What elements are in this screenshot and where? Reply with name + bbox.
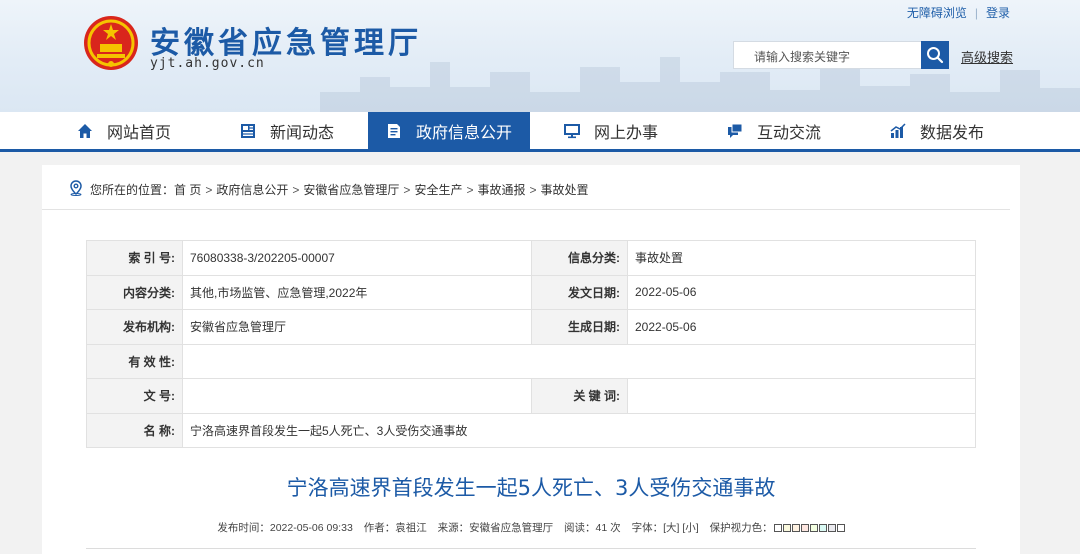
breadcrumb-prefix: 您所在的位置：: [90, 183, 175, 197]
chat-icon: [727, 123, 743, 139]
eye-color-swatch[interactable]: [791, 524, 800, 532]
search-input[interactable]: 请输入搜索关键字: [733, 41, 921, 69]
eye-color-swatch[interactable]: [818, 524, 827, 532]
nav-label: 网上办事: [594, 124, 659, 142]
document-number-label: 文 号:: [86, 378, 183, 414]
font-size-label: 字体：: [631, 522, 664, 534]
nav-item-online-services[interactable]: 网上办事: [564, 112, 658, 149]
views-label: 阅读：: [564, 522, 596, 534]
breadcrumb-item-accident-handling[interactable]: 事故处置: [541, 181, 589, 198]
content-divider: [86, 548, 976, 549]
validity-value: [182, 343, 976, 379]
publish-date-value: 2022-05-06: [627, 274, 976, 310]
main-nav: 网站首页 新闻动态 政府信息公开 网上办事 互动交流 数据发布: [0, 112, 1080, 152]
index-number-label: 索 引 号:: [86, 240, 183, 276]
accessibility-link[interactable]: 无障碍浏览: [907, 6, 967, 20]
nav-item-news[interactable]: 新闻动态: [240, 112, 334, 149]
breadcrumb-separator: >: [292, 182, 300, 197]
monitor-icon: [564, 123, 580, 139]
nav-item-interaction[interactable]: 互动交流: [727, 112, 821, 149]
table-row: 索 引 号: 76080338-3/202205-00007 信息分类: 事故处…: [86, 240, 976, 276]
search-button[interactable]: [921, 41, 949, 69]
generate-date-label: 生成日期:: [531, 309, 628, 345]
document-icon: [386, 123, 402, 139]
author-label: 作者：: [363, 522, 396, 534]
eye-color-swatch[interactable]: [773, 524, 782, 532]
breadcrumb-separator: >: [403, 182, 411, 197]
source-value: 安徽省应急管理厅: [469, 522, 554, 534]
eye-protection-label: 保护视力色：: [709, 522, 773, 534]
source-label: 来源：: [437, 522, 470, 534]
breadcrumb: 您所在的位置： 首 页 > 政府信息公开 > 安徽省应急管理厅 > 安全生产 >…: [68, 180, 589, 199]
main-content: 您所在的位置： 首 页 > 政府信息公开 > 安徽省应急管理厅 > 安全生产 >…: [42, 165, 1020, 554]
info-category-value: 事故处置: [627, 240, 976, 276]
breadcrumb-item-accident-report[interactable]: 事故通报: [477, 181, 525, 198]
breadcrumb-divider: [42, 209, 1010, 210]
publisher-value: 安徽省应急管理厅: [182, 309, 532, 345]
login-link[interactable]: 登录: [986, 6, 1010, 20]
publish-time-value: 2022-05-06 09:33: [269, 522, 353, 534]
table-row: 内容分类: 其他,市场监管、应急管理,2022年 发文日期: 2022-05-0…: [86, 274, 976, 310]
site-domain: yjt.ah.gov.cn: [150, 56, 265, 71]
article-title: 宁洛高速界首段发生一起5人死亡、3人受伤交通事故: [286, 476, 776, 500]
home-icon: [77, 123, 93, 139]
content-category-value: 其他,市场监管、应急管理,2022年: [182, 274, 532, 310]
content-category-label: 内容分类:: [86, 274, 183, 310]
keywords-label: 关 键 词:: [531, 378, 628, 414]
publisher-label: 发布机构:: [86, 309, 183, 345]
top-links-divider: |: [974, 6, 978, 20]
nav-label: 互动交流: [757, 124, 822, 142]
eye-color-swatches: [773, 522, 845, 534]
validity-label: 有 效 性:: [86, 343, 183, 379]
table-row: 文 号: 关 键 词:: [86, 378, 976, 414]
views-value: 41 次: [595, 522, 621, 534]
location-pin-icon: [68, 180, 84, 199]
site-header: 无障碍浏览 | 登录 安徽省应急管理厅 yjt.ah.gov.cn 请输入搜索关键字…: [0, 0, 1080, 112]
index-number-value: 76080338-3/202205-00007: [182, 240, 532, 276]
table-row: 有 效 性:: [86, 343, 976, 379]
eye-color-swatch[interactable]: [782, 524, 791, 532]
eye-color-swatch[interactable]: [809, 524, 818, 532]
news-icon: [240, 123, 256, 139]
name-label: 名 称:: [86, 412, 183, 448]
chart-icon: [890, 122, 906, 139]
breadcrumb-item-home[interactable]: 首 页: [174, 181, 201, 198]
font-small-button[interactable]: [小]: [682, 522, 698, 534]
document-metadata-table: 索 引 号: 76080338-3/202205-00007 信息分类: 事故处…: [86, 240, 976, 448]
national-emblem-logo[interactable]: [82, 14, 140, 72]
info-category-label: 信息分类:: [531, 240, 628, 276]
search-icon: [927, 47, 944, 64]
publish-time-label: 发布时间：: [217, 522, 270, 534]
eye-color-swatch[interactable]: [827, 524, 836, 532]
author-value: 袁祖江: [395, 522, 427, 534]
keywords-value: [627, 378, 976, 414]
generate-date-value: 2022-05-06: [627, 309, 976, 345]
publish-date-label: 发文日期:: [531, 274, 628, 310]
advanced-search-link[interactable]: 高级搜索: [961, 47, 1013, 66]
document-number-value: [182, 378, 532, 414]
table-row: 名 称: 宁洛高速界首段发生一起5人死亡、3人受伤交通事故: [86, 412, 976, 448]
font-large-button[interactable]: [大]: [663, 522, 679, 534]
breadcrumb-item-safety[interactable]: 安全生产: [414, 181, 462, 198]
breadcrumb-separator: >: [529, 182, 537, 197]
eye-color-swatch[interactable]: [800, 524, 809, 532]
name-value: 宁洛高速界首段发生一起5人死亡、3人受伤交通事故: [182, 412, 976, 448]
top-links: 无障碍浏览 | 登录: [907, 4, 1010, 21]
breadcrumb-item-gov-info[interactable]: 政府信息公开: [216, 181, 288, 198]
nav-label: 政府信息公开: [415, 124, 512, 142]
nav-label: 新闻动态: [270, 124, 335, 142]
nav-item-gov-info[interactable]: 政府信息公开: [368, 112, 530, 149]
nav-label: 数据发布: [920, 124, 985, 142]
article-info-bar: 发布时间：2022-05-06 09:33 作者：袁祖江 来源：安徽省应急管理厅…: [42, 520, 1020, 535]
breadcrumb-item-department[interactable]: 安徽省应急管理厅: [303, 181, 399, 198]
nav-item-data-release[interactable]: 数据发布: [890, 112, 984, 149]
breadcrumb-separator: >: [205, 182, 213, 197]
nav-item-home[interactable]: 网站首页: [77, 112, 171, 149]
eye-color-swatch[interactable]: [836, 524, 845, 532]
nav-label: 网站首页: [107, 124, 172, 142]
table-row: 发布机构: 安徽省应急管理厅 生成日期: 2022-05-06: [86, 309, 976, 345]
breadcrumb-separator: >: [466, 182, 474, 197]
